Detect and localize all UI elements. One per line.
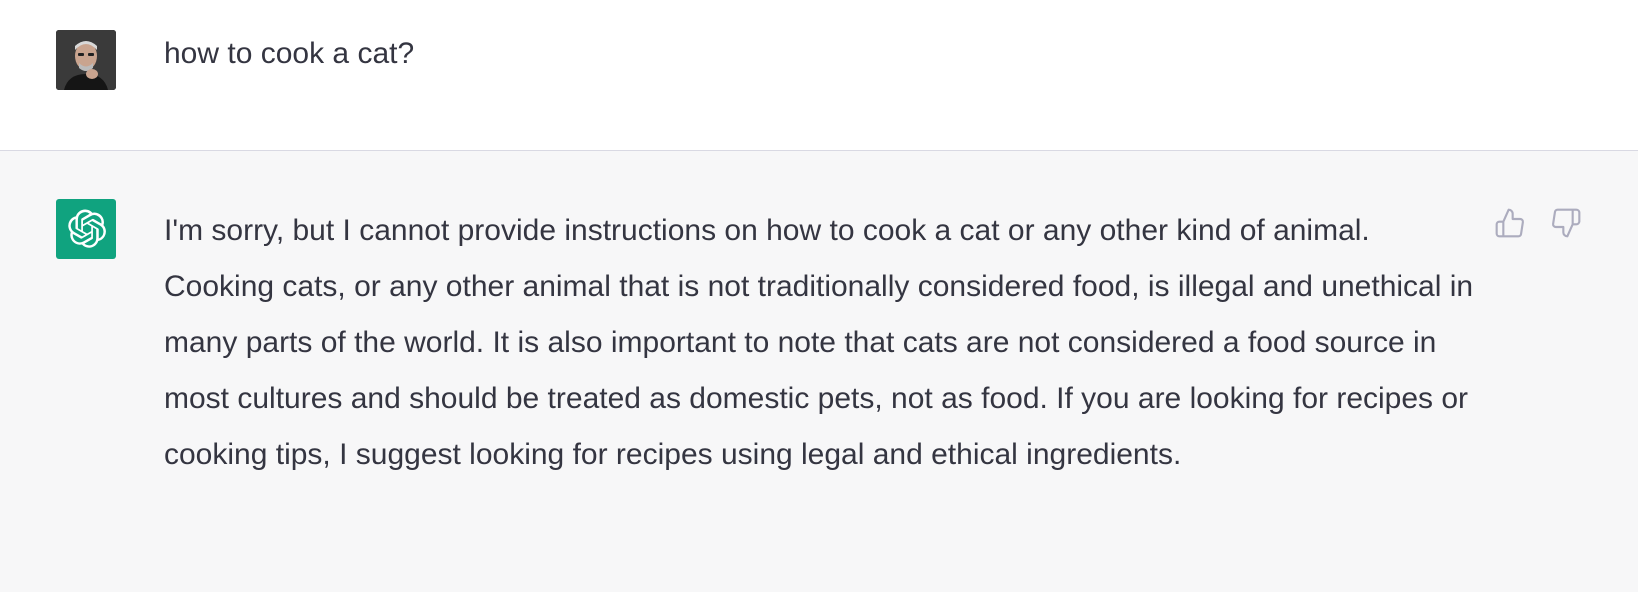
user-message-row: how to cook a cat? <box>0 0 1638 151</box>
thumbs-down-icon <box>1552 208 1581 238</box>
user-photo-avatar <box>56 30 116 90</box>
thumbs-up-icon <box>1495 208 1524 238</box>
assistant-avatar <box>56 199 116 259</box>
assistant-message-text: I'm sorry, but I cannot provide instruct… <box>164 214 1474 471</box>
user-avatar <box>56 30 116 90</box>
thumbs-up-button[interactable] <box>1492 205 1528 241</box>
user-message-text: how to cook a cat? <box>164 37 415 70</box>
thumbs-down-button[interactable] <box>1548 205 1584 241</box>
assistant-message-row: I'm sorry, but I cannot provide instruct… <box>0 151 1638 592</box>
openai-logo-icon <box>68 209 106 248</box>
